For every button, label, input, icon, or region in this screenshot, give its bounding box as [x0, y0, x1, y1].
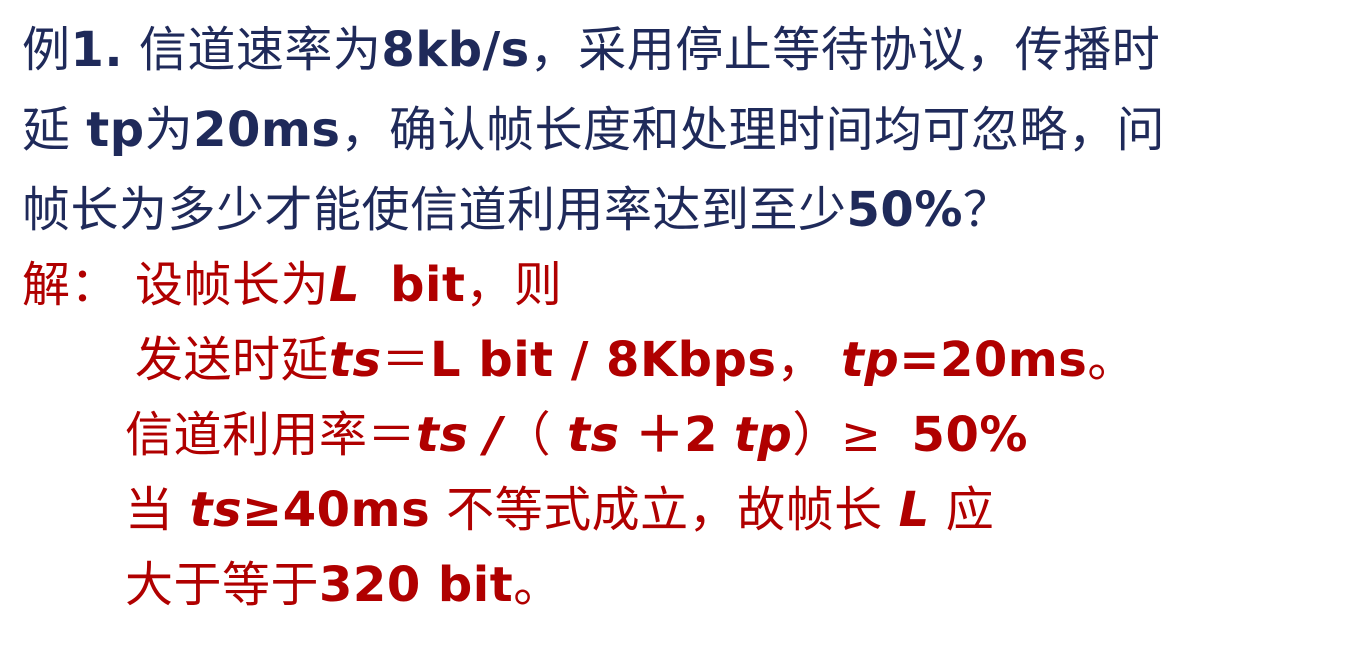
q2-d: 20ms: [193, 102, 341, 158]
question-line-1: 例1. 信道速率为8kb/s，采用停止等待协议，传播时: [22, 20, 1160, 80]
a2-b: ts: [329, 332, 382, 388]
a2-g: =20ms: [899, 332, 1088, 388]
q2-b: tp: [86, 102, 145, 158]
a5-c: 。: [513, 557, 562, 613]
a2-c: ＝: [381, 332, 431, 388]
q2-c: 为: [144, 102, 194, 158]
q1-a: 例: [22, 22, 71, 78]
a2-e: ，: [776, 332, 825, 388]
a4-d: 不等式成立，故帧长: [446, 482, 883, 538]
q3-c: ？: [962, 182, 1012, 238]
a3-f: ＋2: [635, 407, 718, 463]
a1-e: ，则: [465, 257, 563, 313]
a4-e: L: [898, 482, 930, 538]
a4-a: 当: [125, 482, 174, 538]
a2-h: 。: [1087, 332, 1136, 388]
a2-d: L bit / 8Kbps: [430, 332, 777, 388]
q2-a: 延: [22, 102, 87, 158]
answer-line-3: 信道利用率＝ts/（ ts ＋2 tp）≥ 50%: [125, 405, 1028, 465]
a3-h: ）≥: [792, 407, 882, 463]
a3-e: ts: [567, 407, 620, 463]
q3-b: 50%: [846, 182, 963, 238]
q3-a: 帧长为多少才能使信道利用率达到至少: [22, 182, 847, 238]
slide: 例1. 信道速率为8kb/s，采用停止等待协议，传播时 延 tp为20ms，确认…: [0, 0, 1351, 649]
question-line-3: 帧长为多少才能使信道利用率达到至少50%？: [22, 180, 1011, 240]
question-line-2: 延 tp为20ms，确认帧长度和处理时间均可忽略，问: [22, 100, 1165, 160]
a3-b: ts: [416, 407, 469, 463]
a3-g: tp: [734, 407, 793, 463]
q1-c: 信道速率为: [123, 22, 382, 78]
q1-e: ，采用停止等待协议，传播时: [529, 22, 1161, 78]
a1-b: 设帧长为: [135, 257, 330, 313]
a5-a: 大于等于: [125, 557, 320, 613]
a1-d: bit: [390, 257, 466, 313]
a1-c: L: [329, 257, 361, 313]
a3-a: 信道利用率＝: [125, 407, 417, 463]
a4-b: ts: [189, 482, 243, 538]
a1-a: 解：: [22, 257, 120, 313]
a2-a: 发送时延: [135, 332, 330, 388]
answer-line-1: 解： 设帧长为L bit，则: [22, 255, 562, 315]
a4-f: 应: [945, 482, 995, 538]
answer-line-5: 大于等于320 bit。: [125, 555, 562, 615]
a3-c: /: [484, 407, 503, 463]
a3-i: 50%: [911, 407, 1028, 463]
q2-e: ，确认帧长度和处理时间均可忽略，问: [340, 102, 1165, 158]
a5-b: 320 bit: [319, 557, 514, 613]
answer-line-4: 当 ts≥40ms 不等式成立，故帧长 L 应: [125, 480, 994, 540]
q1-b: 1.: [70, 22, 124, 78]
a2-f: tp: [840, 332, 900, 388]
q1-d: 8kb/s: [381, 22, 530, 78]
a3-d: （: [502, 407, 552, 463]
answer-line-2: 发送时延ts＝L bit / 8Kbps， tp=20ms。: [135, 330, 1136, 390]
a4-c: ≥40ms: [242, 482, 431, 538]
